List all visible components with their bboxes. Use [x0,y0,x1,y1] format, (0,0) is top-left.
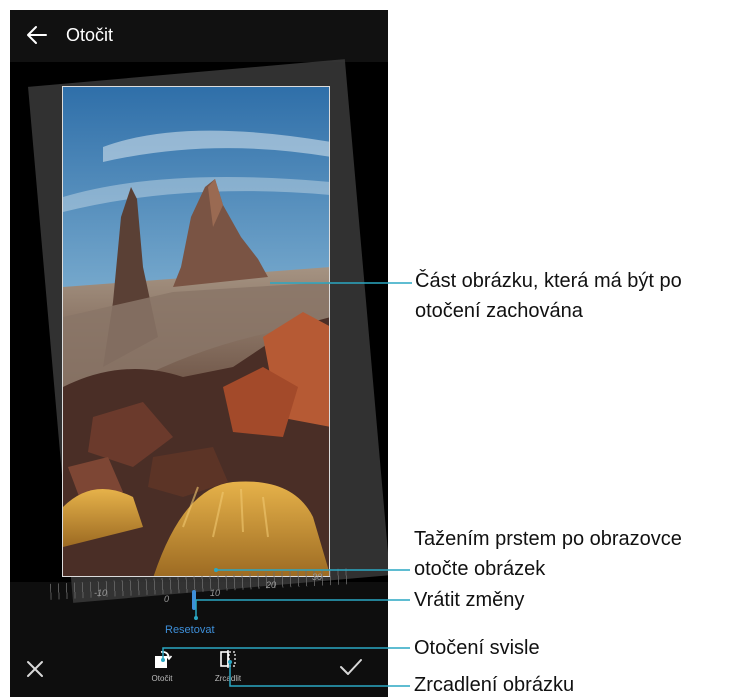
dial-label: 0 [164,594,170,604]
arrow-left-icon [27,26,47,44]
dial-label: 20 [266,580,277,590]
annotation-drag-line2: otočte obrázek [414,558,546,580]
rotation-dial[interactable]: -10 0 10 20 30 [49,568,351,614]
back-button[interactable] [24,22,50,48]
confirm-button[interactable] [338,656,364,678]
annotation-keep-line2: otočení zachována [415,300,583,322]
mirror-button[interactable]: Zrcadlit [206,648,250,694]
annotation-drag-line1: Tažením prstem po obrazovce [414,528,682,550]
rotate-button[interactable]: Otočit [140,648,184,694]
dial-label: 30 [312,572,323,582]
page-title: Otočit [66,25,114,45]
annotation-keep-line1: Část obrázku, která má být po [415,270,682,292]
bottom-toolbar: Otočit Zrcadlit [10,640,388,697]
rotate-label: Otočit [151,674,173,683]
rotate-icon [155,650,173,668]
top-app-bar: Otočit [10,10,388,62]
annotation-rotate: Otočení svisle [414,637,540,659]
dial-label: -10 [94,588,108,598]
dial-label: 10 [210,588,221,598]
reset-button[interactable]: Resetovat [165,624,215,636]
mirror-icon [220,650,236,668]
close-icon [27,661,43,677]
check-icon [340,659,362,675]
photo-preview[interactable] [62,86,330,577]
dial-pointer[interactable] [192,590,196,610]
annotation-mirror: Zrcadlení obrázku [414,674,575,696]
mirror-label: Zrcadlit [214,674,242,683]
phone-screen: Otočit -10 0 10 20 30 Resetovat Otočit Z… [10,10,388,697]
annotation-reset: Vrátit změny [414,589,525,611]
close-button[interactable] [24,658,46,680]
